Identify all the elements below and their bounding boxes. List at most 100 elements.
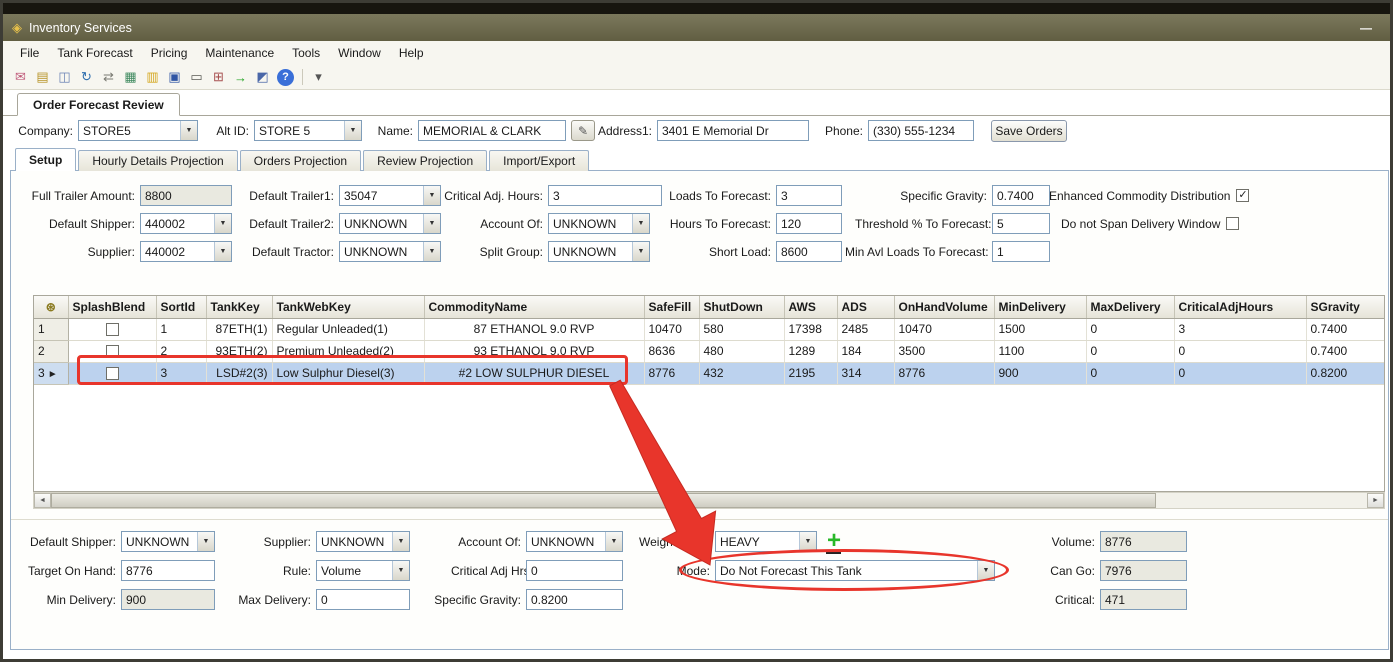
critical-adj-hrs-input[interactable]: 0 xyxy=(526,560,623,581)
enhanced-commodity-checkbox[interactable]: ✓ xyxy=(1236,189,1249,202)
splashblend-checkbox[interactable] xyxy=(106,367,119,380)
chevron-down-icon[interactable]: ▼ xyxy=(423,186,440,205)
weight-class-select[interactable]: HEAVY ▼ xyxy=(715,531,817,552)
chevron-down-icon[interactable]: ▼ xyxy=(392,532,409,551)
table-row[interactable]: 2 2 93ETH(2) Premium Unleaded(2) 93 ETHA… xyxy=(34,340,1385,362)
cell-tankwebkey[interactable]: Premium Unleaded(2) xyxy=(272,340,424,362)
col-safefill[interactable]: SafeFill xyxy=(644,296,699,318)
cell-tankkey[interactable]: 93ETH(2) xyxy=(206,340,272,362)
account-of-select[interactable]: UNKNOWN ▼ xyxy=(548,213,650,234)
cell-tankkey[interactable]: LSD#2(3) xyxy=(206,362,272,384)
name-input[interactable]: MEMORIAL & CLARK xyxy=(418,120,566,141)
scroll-left-icon[interactable]: ◄ xyxy=(34,493,51,508)
transfer-icon[interactable]: ⇄ xyxy=(98,67,119,87)
short-load-input[interactable]: 8600 xyxy=(776,241,842,262)
cell-aws[interactable]: 17398 xyxy=(784,318,837,340)
col-shutdown[interactable]: ShutDown xyxy=(699,296,784,318)
print-icon[interactable]: ▭ xyxy=(186,67,207,87)
cell-maxdelivery[interactable]: 0 xyxy=(1086,340,1174,362)
cell-ads[interactable]: 184 xyxy=(837,340,894,362)
col-onhandvolume[interactable]: OnHandVolume xyxy=(894,296,994,318)
cell-mindelivery[interactable]: 1100 xyxy=(994,340,1086,362)
save-orders-button[interactable]: Save Orders xyxy=(991,120,1067,142)
cell-sortid[interactable]: 3 xyxy=(156,362,206,384)
cell-shutdown[interactable]: 480 xyxy=(699,340,784,362)
col-commodityname[interactable]: CommodityName xyxy=(424,296,644,318)
min-avl-loads-input[interactable]: 1 xyxy=(992,241,1050,262)
col-sgravity[interactable]: SGravity xyxy=(1306,296,1385,318)
cell-criticaladjhours[interactable]: 0 xyxy=(1174,362,1306,384)
col-sortid[interactable]: SortId xyxy=(156,296,206,318)
chevron-down-icon[interactable]: ▼ xyxy=(799,532,816,551)
hours-to-forecast-input[interactable]: 120 xyxy=(776,213,842,234)
default-tractor-select[interactable]: UNKNOWN ▼ xyxy=(339,241,441,262)
scrollbar-thumb[interactable] xyxy=(51,493,1156,508)
cell-safefill[interactable]: 8776 xyxy=(644,362,699,384)
calendar-icon[interactable]: ⊞ xyxy=(208,67,229,87)
add-weight-class-button[interactable]: + xyxy=(823,530,845,552)
table-row-selected[interactable]: 3► 3 LSD#2(3) Low Sulphur Diesel(3) #2 L… xyxy=(34,362,1385,384)
col-tankwebkey[interactable]: TankWebKey xyxy=(272,296,424,318)
cell-shutdown[interactable]: 432 xyxy=(699,362,784,384)
cell-mindelivery[interactable]: 900 xyxy=(994,362,1086,384)
tank-supplier-select[interactable]: UNKNOWN ▼ xyxy=(316,531,410,552)
cell-maxdelivery[interactable]: 0 xyxy=(1086,362,1174,384)
phone-input[interactable]: (330) 555-1234 xyxy=(868,120,974,141)
cell-shutdown[interactable]: 580 xyxy=(699,318,784,340)
menu-file[interactable]: File xyxy=(11,43,48,63)
col-ads[interactable]: ADS xyxy=(837,296,894,318)
scrollbar-track[interactable] xyxy=(1156,493,1367,508)
cell-onhandvolume[interactable]: 10470 xyxy=(894,318,994,340)
horizontal-scrollbar[interactable]: ◄ ► xyxy=(33,492,1385,509)
cell-ads[interactable]: 314 xyxy=(837,362,894,384)
menu-tank-forecast[interactable]: Tank Forecast xyxy=(48,43,141,63)
cell-onhandvolume[interactable]: 3500 xyxy=(894,340,994,362)
cell-tankkey[interactable]: 87ETH(1) xyxy=(206,318,272,340)
min-delivery-input[interactable]: 900 xyxy=(121,589,215,610)
default-trailer2-select[interactable]: UNKNOWN ▼ xyxy=(339,213,441,234)
specific-gravity-input[interactable]: 0.7400 xyxy=(992,185,1050,206)
cell-safefill[interactable]: 10470 xyxy=(644,318,699,340)
default-trailer1-select[interactable]: 35047 ▼ xyxy=(339,185,441,206)
chevron-down-icon[interactable]: ▼ xyxy=(214,242,231,261)
chart-icon[interactable]: ◩ xyxy=(252,67,273,87)
tab-import-export[interactable]: Import/Export xyxy=(489,150,589,171)
tank-default-shipper-select[interactable]: UNKNOWN ▼ xyxy=(121,531,215,552)
tank-account-of-select[interactable]: UNKNOWN ▼ xyxy=(526,531,623,552)
chevron-down-icon[interactable]: ▼ xyxy=(423,242,440,261)
cell-onhandvolume[interactable]: 8776 xyxy=(894,362,994,384)
edit-name-button[interactable]: ✎ xyxy=(571,120,595,141)
chevron-down-icon[interactable]: ▼ xyxy=(977,561,994,580)
tab-order-forecast-review[interactable]: Order Forecast Review xyxy=(17,93,180,116)
splashblend-cell[interactable] xyxy=(68,362,156,384)
cell-tankwebkey[interactable]: Low Sulphur Diesel(3) xyxy=(272,362,424,384)
chevron-down-icon[interactable]: ▼ xyxy=(214,214,231,233)
critical-adj-hours-input[interactable]: 3 xyxy=(548,185,662,206)
threshold-to-forecast-input[interactable]: 5 xyxy=(992,213,1050,234)
volume-input[interactable]: 8776 xyxy=(1100,531,1187,552)
default-shipper-select[interactable]: 440002 ▼ xyxy=(140,213,232,234)
cell-tankwebkey[interactable]: Regular Unleaded(1) xyxy=(272,318,424,340)
cell-mindelivery[interactable]: 1500 xyxy=(994,318,1086,340)
menu-window[interactable]: Window xyxy=(329,43,390,63)
menu-tools[interactable]: Tools xyxy=(283,43,329,63)
loads-to-forecast-input[interactable]: 3 xyxy=(776,185,842,206)
full-trailer-amount-input[interactable]: 8800 xyxy=(140,185,232,206)
splashblend-cell[interactable] xyxy=(68,340,156,362)
cell-sgravity[interactable]: 0.7400 xyxy=(1306,340,1385,362)
chevron-down-icon[interactable]: ▼ xyxy=(605,532,622,551)
splashblend-checkbox[interactable] xyxy=(106,345,119,358)
cell-sortid[interactable]: 1 xyxy=(156,318,206,340)
cell-commodityname[interactable]: 93 ETHANOL 9.0 RVP xyxy=(424,340,644,362)
cell-sgravity[interactable]: 0.7400 xyxy=(1306,318,1385,340)
splashblend-checkbox[interactable] xyxy=(106,323,119,336)
mode-select[interactable]: Do Not Forecast This Tank ▼ xyxy=(715,560,995,581)
target-on-hand-input[interactable]: 8776 xyxy=(121,560,215,581)
alt-id-select[interactable]: STORE 5 ▼ xyxy=(254,120,362,141)
save-icon[interactable]: ▣ xyxy=(164,67,185,87)
row-header[interactable]: 2 xyxy=(34,340,68,362)
minimize-button[interactable]: — xyxy=(1351,21,1381,35)
tab-hourly-details-projection[interactable]: Hourly Details Projection xyxy=(78,150,237,171)
do-not-span-checkbox[interactable] xyxy=(1226,217,1239,230)
tank-specific-gravity-input[interactable]: 0.8200 xyxy=(526,589,623,610)
